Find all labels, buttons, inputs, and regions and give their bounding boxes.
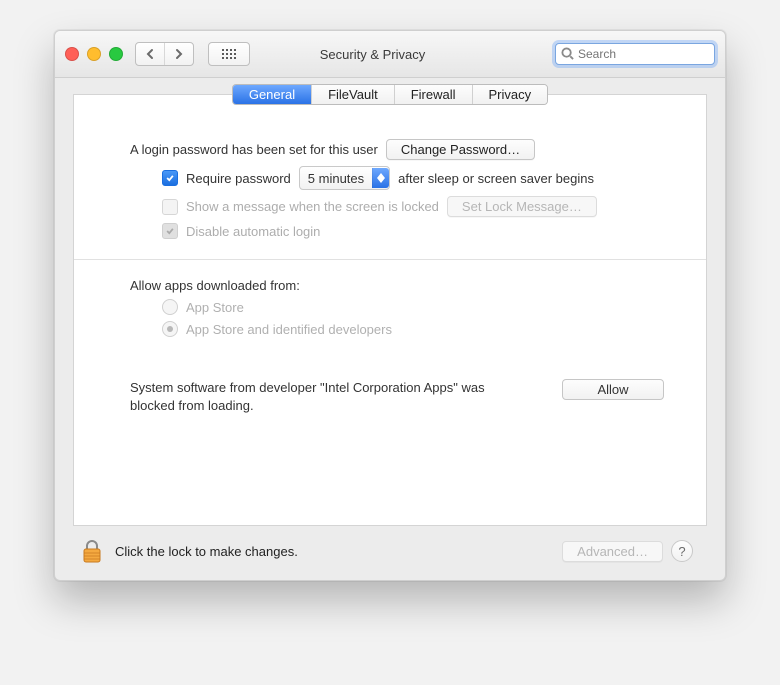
allow-apps-header: Allow apps downloaded from:	[130, 278, 300, 293]
radio-app-store-identified-label: App Store and identified developers	[186, 322, 392, 337]
password-delay-popup[interactable]: 5 minutes	[299, 166, 390, 190]
window-title: Security & Privacy	[198, 47, 547, 62]
disable-auto-login-label: Disable automatic login	[186, 224, 320, 239]
search-icon	[561, 47, 574, 60]
nav-buttons	[135, 42, 194, 66]
search-wrap	[555, 43, 715, 65]
forward-button[interactable]	[165, 43, 193, 65]
lock-text: Click the lock to make changes.	[115, 544, 298, 559]
require-password-label: Require password	[186, 171, 291, 186]
updown-icon	[372, 168, 389, 188]
tab-general[interactable]: General	[233, 85, 312, 104]
close-window-button[interactable]	[65, 47, 79, 61]
titlebar: Security & Privacy	[55, 31, 725, 78]
disable-auto-login-checkbox	[162, 223, 178, 239]
preferences-window: Security & Privacy General FileVault Fir…	[54, 30, 726, 581]
tab-bar: General FileVault Firewall Privacy	[232, 84, 548, 105]
show-message-label: Show a message when the screen is locked	[186, 199, 439, 214]
require-password-checkbox[interactable]	[162, 170, 178, 186]
allow-button[interactable]: Allow	[562, 379, 664, 400]
advanced-button: Advanced…	[562, 541, 663, 562]
blocked-software-text: System software from developer "Intel Co…	[130, 379, 490, 414]
lock-button[interactable]	[77, 536, 107, 566]
help-button[interactable]: ?	[671, 540, 693, 562]
radio-app-store	[162, 299, 178, 315]
login-password-text: A login password has been set for this u…	[130, 142, 378, 157]
back-button[interactable]	[136, 43, 165, 65]
radio-app-store-label: App Store	[186, 300, 244, 315]
change-password-button[interactable]: Change Password…	[386, 139, 535, 160]
search-input[interactable]	[555, 43, 715, 65]
divider	[74, 259, 706, 260]
window-controls	[65, 47, 123, 61]
minimize-window-button[interactable]	[87, 47, 101, 61]
content-panel: General FileVault Firewall Privacy A log…	[73, 94, 707, 526]
footer: Click the lock to make changes. Advanced…	[73, 526, 707, 566]
require-password-after: after sleep or screen saver begins	[398, 171, 594, 186]
radio-app-store-identified	[162, 321, 178, 337]
tab-privacy[interactable]: Privacy	[473, 85, 548, 104]
zoom-window-button[interactable]	[109, 47, 123, 61]
password-delay-value: 5 minutes	[308, 171, 364, 186]
show-message-checkbox	[162, 199, 178, 215]
set-lock-message-button: Set Lock Message…	[447, 196, 597, 217]
tab-firewall[interactable]: Firewall	[395, 85, 473, 104]
lock-icon	[81, 538, 103, 564]
general-pane: A login password has been set for this u…	[74, 105, 706, 428]
tab-filevault[interactable]: FileVault	[312, 85, 395, 104]
